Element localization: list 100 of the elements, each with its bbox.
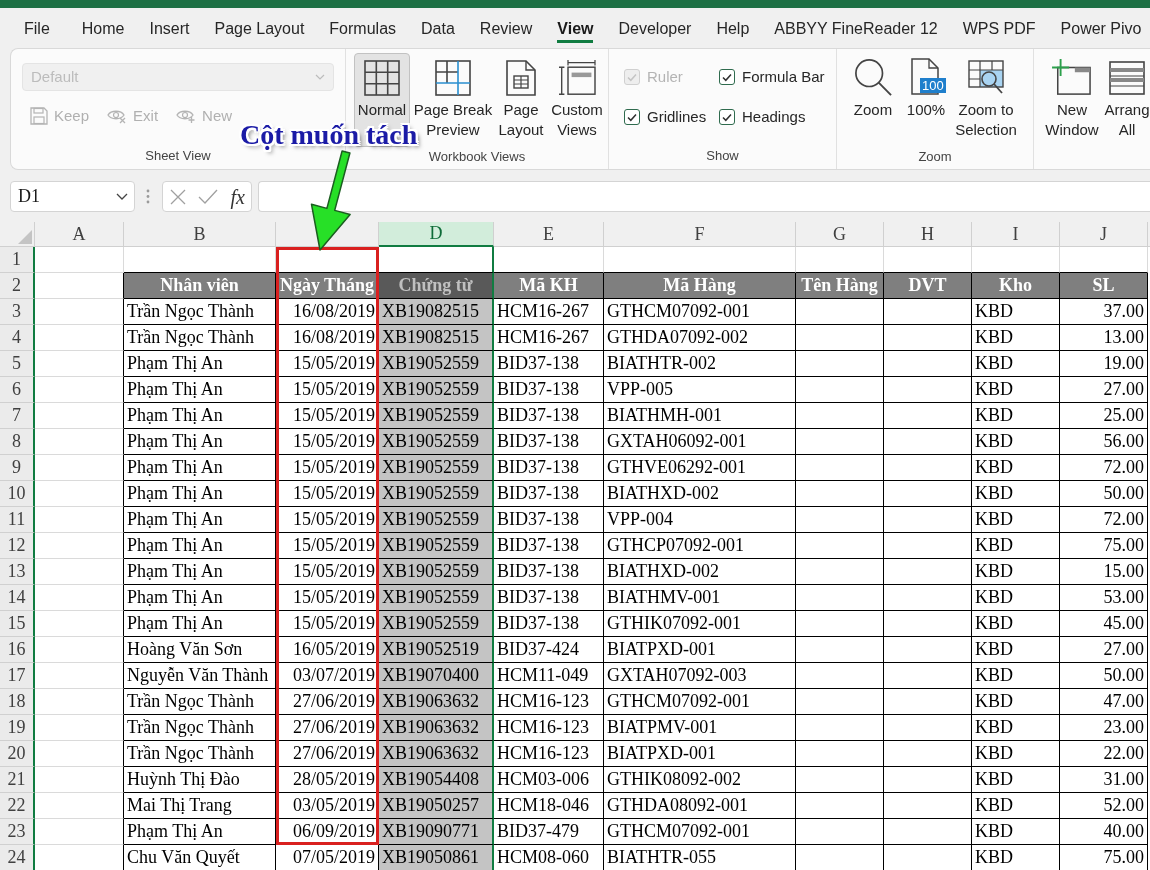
row-header[interactable]: 6 [0, 377, 35, 403]
row-header[interactable]: 3 [0, 299, 35, 325]
ribbon-button[interactable]: Arrang All [1104, 53, 1150, 147]
row-header[interactable]: 19 [0, 715, 35, 741]
chevron-down-icon [315, 74, 325, 80]
ribbon-tab[interactable]: WPS PDF [962, 8, 1036, 43]
row-header[interactable]: 9 [0, 455, 35, 481]
checkmark-icon [721, 111, 733, 123]
table-cell: KBD [972, 767, 1060, 793]
table-cell: KBD [972, 429, 1060, 455]
custom-views-icon [557, 60, 597, 96]
row-header[interactable]: 15 [0, 611, 35, 637]
page-break-icon [435, 60, 471, 96]
zoom-level-badge: 100 [920, 78, 946, 93]
table-cell: BID37-138 [494, 533, 604, 559]
column-header[interactable]: I [972, 222, 1060, 247]
column-header[interactable]: J [1060, 222, 1148, 247]
checkbox[interactable] [719, 69, 735, 85]
name-box[interactable]: D1 [10, 181, 135, 212]
checkbox[interactable] [624, 109, 640, 125]
column-header[interactable]: G [796, 222, 884, 247]
table-cell: BIATHTR-055 [604, 845, 796, 870]
table-cell: Phạm Thị An [124, 585, 276, 611]
table-cell: BID37-424 [494, 637, 604, 663]
column-header[interactable]: B [124, 222, 276, 247]
arrange-windows-icon [1109, 60, 1145, 96]
row-header[interactable]: 20 [0, 741, 35, 767]
table-cell: XB19050861 [379, 845, 494, 870]
column-header[interactable]: E [494, 222, 604, 247]
table-cell: BID37-138 [494, 559, 604, 585]
checkmark-icon [626, 71, 638, 83]
row-header[interactable]: 22 [0, 793, 35, 819]
show-option[interactable]: Gridlines [624, 107, 719, 127]
row-header[interactable]: 5 [0, 351, 35, 377]
ribbon-button[interactable]: Zoom to Selection [951, 53, 1021, 147]
insert-function-button[interactable]: fx [230, 185, 245, 208]
row-header[interactable]: 4 [0, 325, 35, 351]
ribbon-button[interactable]: 100 100% [903, 53, 949, 147]
column-header[interactable]: F [604, 222, 796, 247]
ribbon-tab[interactable]: Home [81, 8, 125, 43]
show-option[interactable]: Formula Bar [719, 67, 836, 87]
table-cell: 15.00 [1060, 559, 1148, 585]
row-header[interactable]: 1 [0, 247, 35, 273]
column-header[interactable]: D [379, 222, 494, 247]
ribbon-button[interactable]: Zoom [845, 53, 901, 147]
checkbox[interactable] [719, 109, 735, 125]
check-icon[interactable] [198, 189, 219, 204]
row-header[interactable]: 21 [0, 767, 35, 793]
select-all-button[interactable] [0, 222, 35, 247]
table-cell: 72.00 [1060, 455, 1148, 481]
table-cell: XB19054408 [379, 767, 494, 793]
table-cell: XB19052559 [379, 429, 494, 455]
drag-handle-icon[interactable] [146, 189, 150, 204]
row-header[interactable]: 11 [0, 507, 35, 533]
table-cell: KBD [972, 481, 1060, 507]
row-header[interactable]: 24 [0, 845, 35, 870]
ribbon-tab[interactable]: Help [716, 8, 750, 43]
table-cell: Phạm Thị An [124, 611, 276, 637]
ribbon-tab[interactable]: Developer [618, 8, 692, 43]
row-header[interactable]: 16 [0, 637, 35, 663]
table-cell: HCM16-123 [494, 689, 604, 715]
row-header[interactable]: 17 [0, 663, 35, 689]
row-header[interactable]: 7 [0, 403, 35, 429]
table-cell: XB19052559 [379, 403, 494, 429]
ribbon-button[interactable]: Custom Views [548, 53, 606, 147]
ribbon-tab[interactable]: Formulas [329, 8, 397, 43]
show-option[interactable]: Headings [719, 107, 836, 127]
table-cell: Trần Ngọc Thành [124, 741, 276, 767]
row-header[interactable]: 13 [0, 559, 35, 585]
eye-plus-icon [176, 108, 197, 124]
ribbon-button[interactable]: New Window [1042, 53, 1102, 147]
table-cell: KBD [972, 299, 1060, 325]
column-heading: Nhân viên [124, 273, 276, 299]
ribbon-tab[interactable]: File [24, 8, 50, 43]
row-header[interactable]: 10 [0, 481, 35, 507]
row-header[interactable]: 2 [0, 273, 35, 299]
row-header[interactable]: 12 [0, 533, 35, 559]
ribbon-tab[interactable]: Review [479, 8, 533, 43]
ribbon-tab[interactable]: Power Pivo [1060, 8, 1142, 43]
group-label: Zoom [917, 148, 953, 166]
row-header[interactable]: 14 [0, 585, 35, 611]
grid-icon [364, 60, 400, 96]
formula-input[interactable] [258, 181, 1150, 212]
ribbon-tab[interactable]: View [557, 8, 594, 43]
ribbon-tab[interactable]: Page Layout [214, 8, 305, 43]
row-header[interactable]: 23 [0, 819, 35, 845]
table-cell: KBD [972, 637, 1060, 663]
row-header[interactable]: 18 [0, 689, 35, 715]
ribbon-tab[interactable]: Data [421, 8, 455, 43]
row-header[interactable]: 8 [0, 429, 35, 455]
checkmark-icon [626, 111, 638, 123]
table-cell: Trần Ngọc Thành [124, 689, 276, 715]
ribbon-tab[interactable]: ABBYY FineReader 12 [774, 8, 938, 43]
ribbon-button[interactable]: Page Layout [496, 53, 546, 147]
column-header[interactable]: H [884, 222, 972, 247]
ribbon-tab[interactable]: Insert [149, 8, 190, 43]
column-header[interactable]: A [35, 222, 124, 247]
table-cell: HCM18-046 [494, 793, 604, 819]
cancel-icon[interactable] [170, 188, 186, 205]
table-cell: XB19052559 [379, 611, 494, 637]
